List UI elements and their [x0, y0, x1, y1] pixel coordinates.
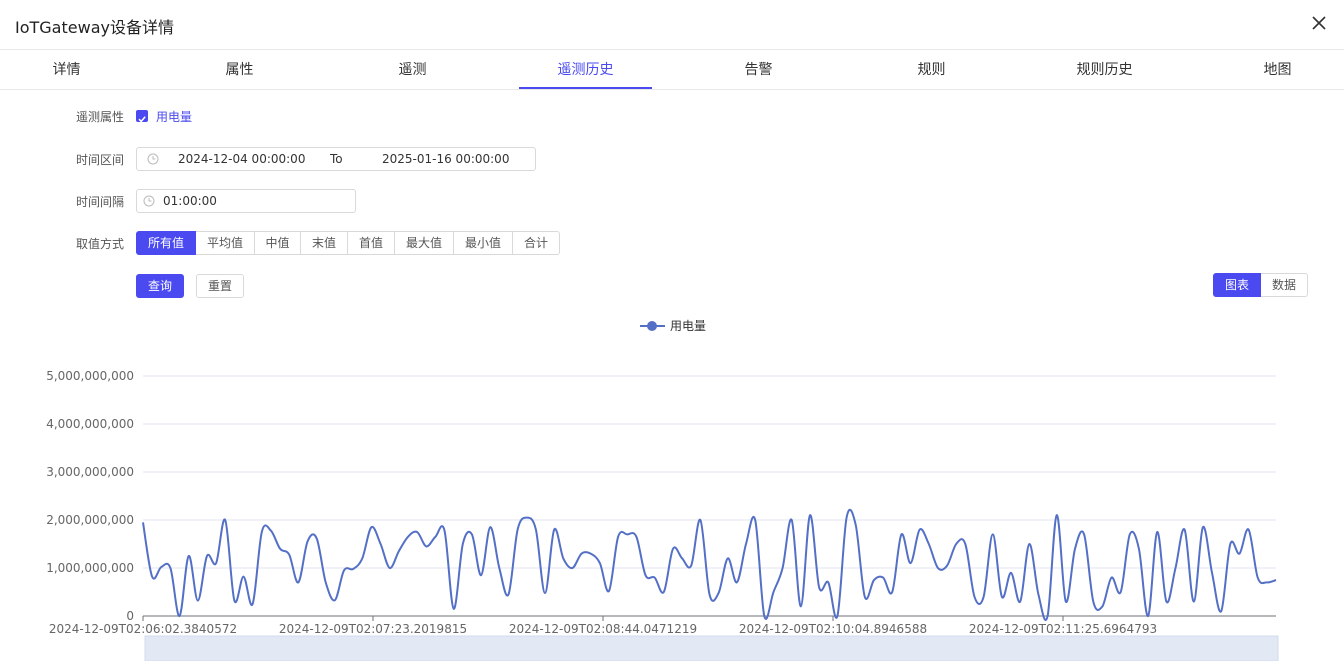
x-tick-label: 2024-12-09T02:06:02.3840572 [49, 622, 237, 636]
series-line-用电量 [142, 508, 1277, 621]
agg-option-sum[interactable]: 合计 [512, 231, 560, 255]
telemetry-chart: 0 1,000,000,000 2,000,000,000 3,000,000,000… [46, 319, 1279, 661]
tab-telemetry-history[interactable]: 遥测历史 [519, 50, 652, 90]
dialog-header: IoTGateway设备详情 [0, 0, 1344, 50]
interval-picker[interactable]: 01:00:00 [136, 189, 356, 213]
tab-telemetry[interactable]: 遥测 [346, 50, 479, 90]
clock-icon [143, 195, 155, 207]
reset-button[interactable]: 重置 [196, 274, 244, 298]
y-tick-label: 5,000,000,000 [46, 369, 134, 383]
property-option-label[interactable]: 用电量 [156, 108, 192, 125]
agg-option-first[interactable]: 首值 [347, 231, 395, 255]
agg-option-max[interactable]: 最大值 [394, 231, 454, 255]
range-separator: To [330, 152, 343, 166]
x-tick-label: 2024-12-09T02:07:23.2019815 [279, 622, 467, 636]
query-button[interactable]: 查询 [136, 274, 184, 298]
interval-label: 时间间隔 [76, 195, 125, 209]
range-label: 时间区间 [76, 153, 125, 167]
chart-view-toggle[interactable]: 图表 [1213, 273, 1261, 297]
agg-option-min[interactable]: 最小值 [453, 231, 513, 255]
tab-details[interactable]: 详情 [0, 50, 133, 90]
legend-label: 用电量 [670, 319, 706, 333]
y-tick-label: 4,000,000,000 [46, 417, 134, 431]
interval-value: 01:00:00 [163, 194, 217, 208]
legend-marker [647, 321, 657, 331]
y-tick-label: 0 [126, 609, 134, 623]
tab-alarms[interactable]: 告警 [692, 50, 825, 90]
range-start[interactable]: 2024-12-04 00:00:00 [178, 152, 305, 166]
y-tick-label: 1,000,000,000 [46, 561, 134, 575]
clock-icon [147, 153, 159, 165]
agg-option-all[interactable]: 所有值 [136, 231, 196, 255]
data-zoom-slider [144, 635, 1279, 661]
tab-map[interactable]: 地图 [1211, 50, 1344, 90]
tab-rules[interactable]: 规则 [865, 50, 998, 90]
data-view-toggle[interactable]: 数据 [1261, 273, 1308, 297]
x-tick-label: 2024-12-09T02:10:04.8946588 [739, 622, 927, 636]
tab-rule-history[interactable]: 规则历史 [1038, 50, 1171, 90]
aggregation-label: 取值方式 [76, 237, 125, 251]
property-checkbox[interactable] [136, 110, 148, 123]
dialog-title: IoTGateway设备详情 [15, 18, 174, 37]
agg-option-avg[interactable]: 平均值 [195, 231, 255, 255]
time-range-picker[interactable]: 2024-12-04 00:00:00 To 2025-01-16 00:00:… [136, 147, 536, 171]
close-icon[interactable] [1310, 14, 1328, 32]
y-tick-label: 3,000,000,000 [46, 465, 134, 479]
check-icon [138, 116, 146, 123]
y-tick-label: 2,000,000,000 [46, 513, 134, 527]
range-end[interactable]: 2025-01-16 00:00:00 [382, 152, 509, 166]
x-tick-label: 2024-12-09T02:11:25.6964793 [969, 622, 1157, 636]
agg-option-median[interactable]: 中值 [254, 231, 301, 255]
tab-bar: 详情 属性 遥测 遥测历史 告警 规则 规则历史 地图 [0, 50, 1344, 90]
property-label: 遥测属性 [76, 110, 125, 124]
agg-option-last[interactable]: 末值 [300, 231, 348, 255]
active-tab-indicator [519, 87, 652, 89]
x-tick-label: 2024-12-09T02:08:44.0471219 [509, 622, 697, 636]
tab-attributes[interactable]: 属性 [173, 50, 306, 90]
